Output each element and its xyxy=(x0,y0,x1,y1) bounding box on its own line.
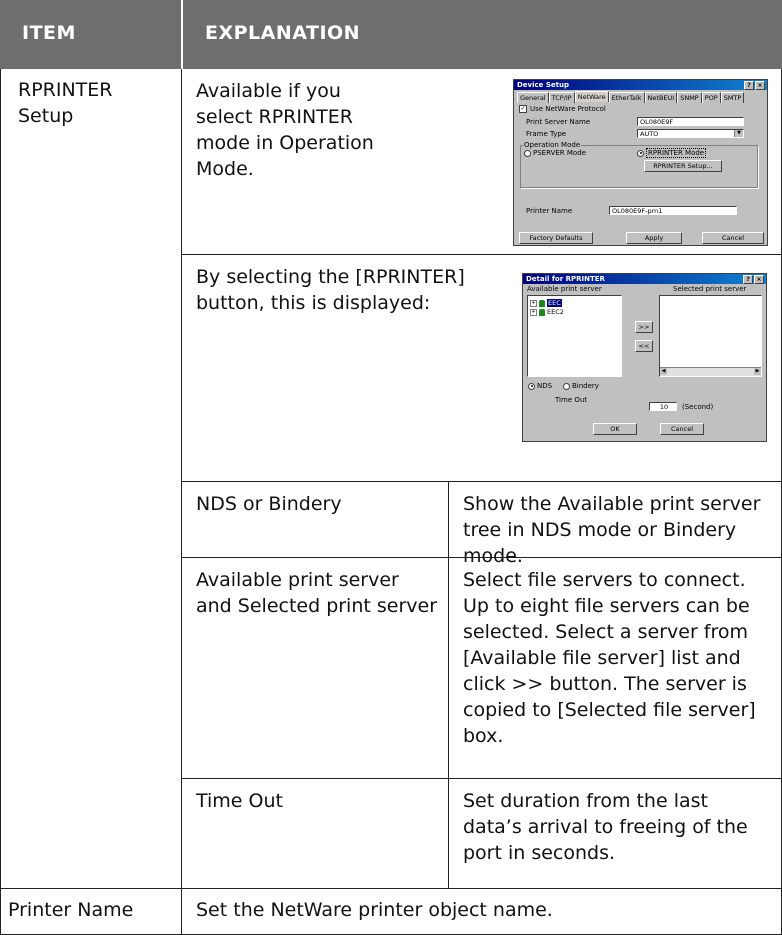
selected-server-list[interactable]: ◀ ▶ xyxy=(659,295,762,377)
expand-icon: + xyxy=(530,308,537,316)
tab-netware[interactable]: NetWare xyxy=(574,91,609,102)
tree-node-icon xyxy=(539,308,545,316)
desc-printer-name: Set the NetWare printer object name. xyxy=(196,899,553,921)
sub-desc-servers: Select file servers to connect. Up to ei… xyxy=(463,569,756,747)
chevron-down-icon: ▼ xyxy=(734,130,743,137)
operation-mode-label: Operation Mode xyxy=(523,141,582,149)
scroll-left-icon[interactable]: ◀ xyxy=(660,368,667,375)
tree-node-icon xyxy=(539,299,545,307)
available-server-tree[interactable]: + EEC + EEC2 xyxy=(527,295,622,377)
checkbox-icon: ✓ xyxy=(519,105,527,113)
factory-defaults-button[interactable]: Factory Defaults xyxy=(519,232,593,244)
printer-name-field[interactable]: OL080E9F-prn1 xyxy=(609,206,737,215)
cancel-button[interactable]: Cancel xyxy=(660,423,704,435)
radio-selected-icon xyxy=(637,149,644,157)
item-rprinter-setup: RPRINTER Setup xyxy=(18,79,113,127)
desc-rprinter-button: By selecting the [RPRINTER] button, this… xyxy=(196,266,465,314)
header-explanation-label: EXPLANATION xyxy=(205,22,361,44)
frame-type-label: Frame Type xyxy=(526,130,567,138)
rprinter-mode-radio[interactable]: RPRINTER Mode xyxy=(637,148,707,158)
tab-smtp[interactable]: SMTP xyxy=(720,92,745,103)
timeout-field[interactable]: 10 xyxy=(649,402,677,411)
dialog-title-bar: Device Setup ? × xyxy=(514,80,767,90)
selected-label: Selected print server xyxy=(673,285,747,293)
desc-rprinter-availability: Available if you select RPRINTER mode in… xyxy=(196,80,374,180)
add-server-button[interactable]: >> xyxy=(635,321,653,333)
item-printer-name: Printer Name xyxy=(8,899,134,921)
pserver-mode-radio[interactable]: PSERVER Mode xyxy=(524,149,586,157)
sub-item-timeout: Time Out xyxy=(196,790,283,812)
rprinter-detail-dialog: Detail for RPRINTER ? × Available print … xyxy=(522,273,767,442)
tab-snmp[interactable]: SNMP xyxy=(677,92,702,103)
tab-ethertalk[interactable]: EtherTalk xyxy=(608,92,645,103)
dialog-title: Detail for RPRINTER xyxy=(526,275,605,283)
dialog-title-bar: Detail for RPRINTER ? × xyxy=(523,274,766,284)
tab-tcpip[interactable]: TCP/IP xyxy=(548,92,575,103)
close-icon[interactable]: × xyxy=(754,275,764,284)
expand-icon: + xyxy=(530,299,537,307)
remove-server-button[interactable]: << xyxy=(635,340,653,352)
apply-button[interactable]: Apply xyxy=(626,232,682,244)
radio-icon xyxy=(563,382,570,390)
cancel-button[interactable]: Cancel xyxy=(702,232,764,244)
item-cell-rprinter-setup: RPRINTER Setup xyxy=(4,69,180,129)
tab-strip: General TCP/IP NetWare EtherTalk NetBEUI… xyxy=(517,91,764,103)
close-icon[interactable]: × xyxy=(755,81,765,90)
sub-item-servers: Available print server and Selected prin… xyxy=(196,569,438,617)
grid-line xyxy=(0,69,1,935)
dialog-title: Device Setup xyxy=(517,81,569,89)
sub-desc-nds-bindery: Show the Available print server tree in … xyxy=(463,493,761,567)
tree-item[interactable]: + EEC xyxy=(530,299,562,307)
frame-type-select[interactable]: AUTO ▼ xyxy=(637,129,744,138)
scroll-right-icon[interactable]: ▶ xyxy=(754,368,761,375)
timeout-label: Time Out xyxy=(555,396,588,404)
bindery-radio[interactable]: Bindery xyxy=(563,382,599,390)
header-explanation-cell: EXPLANATION xyxy=(183,0,782,69)
tab-pop[interactable]: POP xyxy=(701,92,721,103)
print-server-name-label: Print Server Name xyxy=(526,118,591,126)
ok-button[interactable]: OK xyxy=(593,423,637,435)
print-server-name-field[interactable]: OL080E9F xyxy=(637,117,744,126)
radio-selected-icon xyxy=(528,382,535,390)
tree-item[interactable]: + EEC2 xyxy=(530,308,564,316)
rprinter-setup-button[interactable]: RPRINTER Setup... xyxy=(644,160,722,172)
sub-desc-timeout: Set duration from the last data’s arriva… xyxy=(463,790,748,864)
sub-item-nds-bindery: NDS or Bindery xyxy=(196,493,342,515)
timeout-unit: (Second) xyxy=(682,403,714,411)
tab-netbeui[interactable]: NetBEUI xyxy=(644,92,678,103)
tab-general[interactable]: General xyxy=(517,92,549,103)
use-netware-checkbox[interactable]: ✓ Use NetWare Protocol xyxy=(519,105,606,113)
header-item-label: ITEM xyxy=(22,22,76,44)
horizontal-scrollbar[interactable]: ◀ ▶ xyxy=(660,367,761,376)
help-icon[interactable]: ? xyxy=(744,81,754,90)
device-setup-dialog: Device Setup ? × General TCP/IP NetWare … xyxy=(513,79,768,246)
radio-icon xyxy=(524,149,531,157)
header-item-cell: ITEM xyxy=(0,0,181,69)
nds-radio[interactable]: NDS xyxy=(528,382,552,390)
printer-name-label: Printer Name xyxy=(526,207,573,215)
help-icon[interactable]: ? xyxy=(743,275,753,284)
item-cell-printer-name: Printer Name xyxy=(0,888,181,923)
available-label: Available print server xyxy=(527,285,602,293)
